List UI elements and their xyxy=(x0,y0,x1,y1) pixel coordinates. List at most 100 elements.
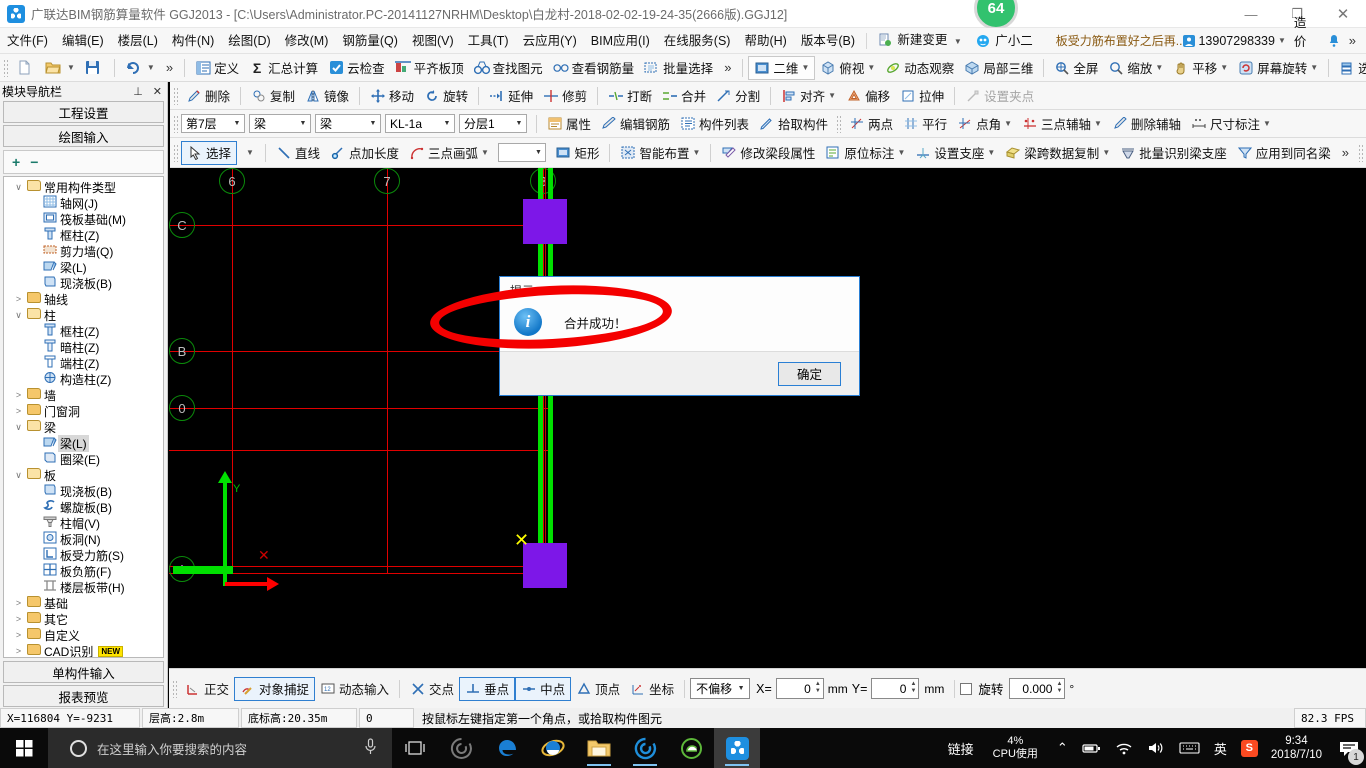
rotate-stepper[interactable]: ▲ ▼ xyxy=(1056,681,1062,695)
copy-button[interactable]: 复制 xyxy=(246,84,300,108)
local-3d-button[interactable]: 局部三维 xyxy=(959,56,1038,80)
vertex-snap-toggle[interactable]: 顶点 xyxy=(571,677,625,701)
tree-node[interactable]: 柱帽(V) xyxy=(4,515,163,531)
toolbar-overflow-2[interactable]: » xyxy=(718,60,737,75)
tree-node[interactable]: 梁(L) xyxy=(4,434,163,452)
point-angle-chevron-down-icon[interactable]: ▼ xyxy=(1004,119,1012,128)
tree-node[interactable]: > 基础 xyxy=(4,595,163,611)
collapse-all-icon[interactable]: − xyxy=(30,154,38,170)
sidebar-close-icon[interactable]: ✕ xyxy=(148,85,167,98)
dialog-ok-button[interactable]: 确定 xyxy=(778,361,841,386)
edit-beam-segment-button[interactable]: 修改梁段属性 xyxy=(716,141,820,165)
chevron-down-icon[interactable]: ∨ xyxy=(12,182,25,193)
open-file-button[interactable]: ▼ xyxy=(40,56,80,80)
three-point-arc-chevron-down-icon[interactable]: ▼ xyxy=(481,148,489,157)
chevron-right-icon[interactable]: > xyxy=(12,614,25,624)
tree-node[interactable]: 楼层板带(H) xyxy=(4,579,163,595)
view-2d-button[interactable]: 二维 ▼ xyxy=(748,55,816,80)
tree-node[interactable]: 暗柱(Z) xyxy=(4,339,163,355)
app-gray-icon[interactable] xyxy=(438,728,484,768)
align-button[interactable]: 对齐 ▼ xyxy=(776,84,841,108)
chevron-down-icon[interactable]: ∨ xyxy=(12,422,25,433)
member-combo[interactable]: KL-1a ▼ xyxy=(385,114,455,133)
tree-node[interactable]: 梁(L) xyxy=(4,259,163,275)
orbit-button[interactable]: 动态观察 xyxy=(880,56,959,80)
dynamic-input-toggle[interactable]: 12 动态输入 xyxy=(315,677,394,701)
smart-layout-button[interactable]: 智能布置 ▼ xyxy=(615,141,705,165)
offset-mode-chevron-down-icon[interactable]: ▼ xyxy=(735,685,747,692)
cpu-usage-indicator[interactable]: 4% CPU使用 xyxy=(981,735,1050,761)
sogou-icon[interactable]: S xyxy=(1234,739,1265,757)
snapbar-grip-1[interactable] xyxy=(172,679,177,698)
menu-version[interactable]: 版本号(B) xyxy=(794,28,862,54)
chevron-right-icon[interactable]: > xyxy=(12,294,25,304)
tree-node[interactable]: 现浇板(B) xyxy=(4,275,163,291)
floor-combo-chevron-down-icon[interactable]: ▼ xyxy=(230,120,244,127)
draw-overflow-button[interactable]: » xyxy=(1336,145,1355,160)
break-button[interactable]: 打断 xyxy=(603,84,657,108)
ortho-toggle[interactable]: 正交 xyxy=(180,677,234,701)
toolbar-grip-2[interactable] xyxy=(173,86,178,105)
menu-help[interactable]: 帮助(H) xyxy=(737,28,793,54)
user-phone[interactable]: 13907298339 xyxy=(1198,34,1274,48)
microphone-icon[interactable] xyxy=(363,738,378,758)
axis-label-0[interactable]: 0 xyxy=(169,395,195,421)
offset-mode-select[interactable]: 不偏移 ▼ xyxy=(690,678,751,699)
category-combo[interactable]: 梁 ▼ xyxy=(249,114,311,133)
find-element-button[interactable]: 查找图元 xyxy=(469,56,548,80)
cloud-check-button[interactable]: 云检查 xyxy=(323,56,390,80)
app-blue-icon[interactable] xyxy=(622,728,668,768)
tree-node[interactable]: ∨ 板 xyxy=(4,467,163,483)
member-combo-chevron-down-icon[interactable]: ▼ xyxy=(440,120,454,127)
chevron-right-icon[interactable]: > xyxy=(12,646,25,656)
ie-icon[interactable] xyxy=(530,728,576,768)
menu-rebar-qty[interactable]: 钢筋量(Q) xyxy=(335,28,405,54)
draw-input-button[interactable]: 绘图输入 xyxy=(3,125,164,147)
three-point-axis-chevron-down-icon[interactable]: ▼ xyxy=(1094,119,1102,128)
chevron-down-icon[interactable]: ∨ xyxy=(12,310,25,321)
in-situ-dimension-chevron-down-icon[interactable]: ▼ xyxy=(897,148,905,157)
file-explorer-icon[interactable] xyxy=(576,728,622,768)
coordinate-snap-toggle[interactable]: 坐标 xyxy=(625,677,679,701)
category-combo-chevron-down-icon[interactable]: ▼ xyxy=(296,120,310,127)
delete-axis-button[interactable]: 删除辅轴 xyxy=(1107,112,1186,136)
new-change-chevron-down-icon[interactable]: ▼ xyxy=(954,37,962,46)
menu-floor[interactable]: 楼层(L) xyxy=(111,28,165,54)
align-chevron-down-icon[interactable]: ▼ xyxy=(828,91,836,100)
tree-node[interactable]: 框柱(Z) xyxy=(4,323,163,339)
x-offset-input[interactable]: 0 ▲ ▼ xyxy=(775,678,824,699)
menu-view[interactable]: 视图(V) xyxy=(405,28,461,54)
screen-rotate-button[interactable]: 屏幕旋转 ▼ xyxy=(1233,56,1323,80)
mirror-button[interactable]: 镜像 xyxy=(300,84,354,108)
pan-chevron-down-icon[interactable]: ▼ xyxy=(1220,63,1228,72)
undo-button[interactable]: ▼ xyxy=(120,56,160,80)
select-tool-button[interactable]: 选择 xyxy=(181,140,238,165)
batch-select-button[interactable]: 批量选择 xyxy=(639,56,718,80)
rectangle-tool-button[interactable]: 矩形 xyxy=(550,141,604,165)
point-length-button[interactable]: 点加长度 xyxy=(325,141,404,165)
menu-cloud-app[interactable]: 云应用(Y) xyxy=(516,28,584,54)
chevron-right-icon[interactable]: > xyxy=(12,406,25,416)
two-point-axis-button[interactable]: 两点 xyxy=(844,112,898,136)
menu-bim-app[interactable]: BIM应用(I) xyxy=(584,28,657,54)
edit-rebar-button[interactable]: 编辑钢筋 xyxy=(596,112,675,136)
score-gauge[interactable]: 64 xyxy=(974,0,1018,30)
line-tool-button[interactable]: 直线 xyxy=(271,141,325,165)
top-view-button[interactable]: 俯视 ▼ xyxy=(815,56,880,80)
dimension-button[interactable]: 尺寸标注 ▼ xyxy=(1186,112,1276,136)
select-tool-chevron-down-icon[interactable]: ▼ xyxy=(240,148,260,157)
toolbar-grip-6[interactable] xyxy=(1358,143,1363,162)
network-label[interactable]: 链接 xyxy=(941,739,981,758)
split-button[interactable]: 分割 xyxy=(711,84,765,108)
rotate-button[interactable]: 旋转 xyxy=(419,84,473,108)
project-settings-button[interactable]: 工程设置 xyxy=(3,101,164,123)
beam-span-copy-button[interactable]: 梁跨数据复制 ▼ xyxy=(1000,141,1115,165)
merge-button[interactable]: 合并 xyxy=(657,84,711,108)
chevron-right-icon[interactable]: > xyxy=(12,630,25,640)
component-tree[interactable]: ∨ 常用构件类型 轴网(J) 筏板基础(M) 框柱(Z) 剪力墙(Q) 梁(L) 现浇板(B)… xyxy=(3,176,164,658)
point-angle-button[interactable]: 点角 ▼ xyxy=(952,112,1017,136)
tree-node[interactable]: > 门窗洞 xyxy=(4,403,163,419)
tree-node[interactable]: > 轴线 xyxy=(4,291,163,307)
tree-node[interactable]: 筏板基础(M) xyxy=(4,211,163,227)
toolbar-grip-5[interactable] xyxy=(173,143,178,162)
